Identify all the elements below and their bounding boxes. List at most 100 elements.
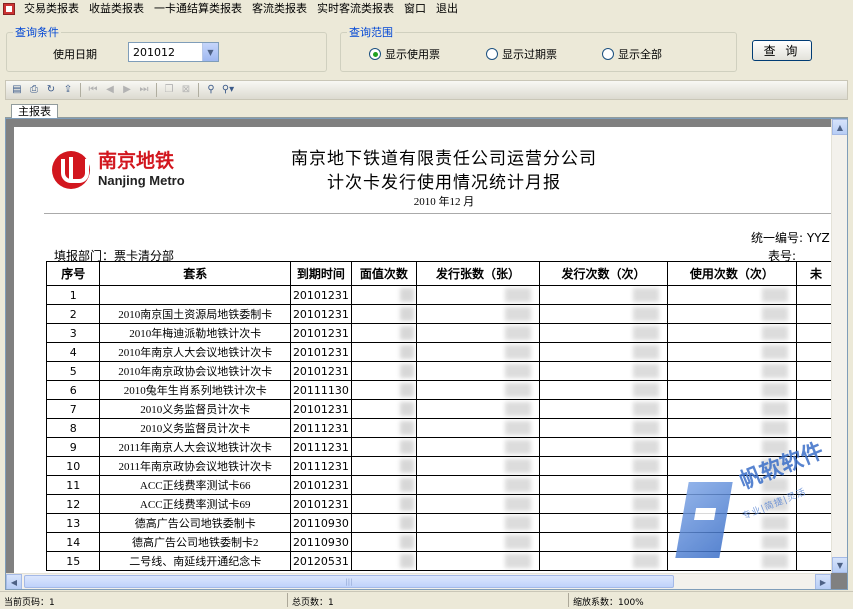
- toolbar-separator: [198, 83, 199, 97]
- radio-show-used[interactable]: 显示使用票: [369, 46, 440, 62]
- face-value-count-cell: [350, 323, 417, 343]
- scroll-right-icon[interactable]: ▶: [815, 574, 831, 589]
- horizontal-scrollbar[interactable]: ◀ ||| ▶: [6, 573, 831, 589]
- face-value-count-cell: [350, 494, 417, 514]
- radio-button-icon[interactable]: [486, 48, 498, 60]
- close-icon[interactable]: ⊠: [179, 83, 193, 97]
- scroll-thumb[interactable]: |||: [24, 575, 674, 588]
- radio-show-expired[interactable]: 显示过期票: [486, 46, 557, 62]
- table-header-row: 序号 套系 到期时间 面值次数 发行张数（张） 发行次数（次） 使用次数（次） …: [45, 261, 836, 286]
- expiry-date-cell: 20101231: [290, 285, 352, 305]
- table-row: 4 2010年南京人大会议地铁计次卡 20101231: [45, 342, 836, 362]
- radio-button-icon[interactable]: [369, 48, 381, 60]
- report-toolbar: ▤ ⎙ ↻ ⇪ ⏮ ◀ ▶ ⏭ ❐ ⊠ ⚲ ⚲▾: [5, 80, 848, 100]
- report-tabs: 主报表: [5, 101, 848, 119]
- face-value-count-cell: [350, 361, 417, 381]
- menu-exit[interactable]: 退出: [431, 0, 463, 18]
- expiry-date-cell: 20111231: [290, 437, 352, 457]
- menu-passenger-flow-reports[interactable]: 客流类报表: [247, 0, 312, 18]
- app-icon: [3, 3, 15, 15]
- report-period: 2010 年12 月: [413, 196, 475, 208]
- expiry-date-cell: 20101231: [290, 361, 352, 381]
- toolbar-separator: [80, 83, 81, 97]
- last-page-icon[interactable]: ⏭: [137, 83, 151, 97]
- issued-trips-cell: [539, 551, 668, 571]
- unused-cell: [795, 323, 836, 343]
- expiry-date-cell: 20111231: [290, 418, 352, 438]
- column-header: 发行张数（张）: [415, 261, 541, 286]
- row-number-cell: 13: [45, 513, 101, 533]
- menu-window[interactable]: 窗口: [399, 0, 431, 18]
- status-bar: 当前页码：1 总页数：1 缩放系数：100%: [0, 591, 853, 609]
- menu-realtime-flow-reports[interactable]: 实时客流类报表: [312, 0, 399, 18]
- face-value-count-cell: [350, 551, 417, 571]
- series-cell: 2011年南京政协会议地铁计次卡: [99, 456, 292, 476]
- first-page-icon[interactable]: ⏮: [86, 83, 100, 97]
- next-page-icon[interactable]: ▶: [120, 83, 134, 97]
- table-row: 6 2010兔年生肖系列地铁计次卡 20111130: [45, 380, 836, 400]
- face-value-count-cell: [350, 304, 417, 324]
- menu-revenue-reports[interactable]: 收益类报表: [84, 0, 149, 18]
- issued-cards-cell: [415, 437, 541, 457]
- copy-icon[interactable]: ❐: [162, 83, 176, 97]
- menu-card-settlement-reports[interactable]: 一卡通结算类报表: [149, 0, 247, 18]
- issued-cards-cell: [415, 456, 541, 476]
- issued-cards-cell: [415, 342, 541, 362]
- radio-show-expired-label: 显示过期票: [502, 48, 557, 61]
- refresh-icon[interactable]: ↻: [44, 83, 58, 97]
- query-conditions-legend: 查询条件: [13, 26, 61, 39]
- query-range-legend: 查询范围: [347, 26, 395, 39]
- chevron-down-icon[interactable]: ▼: [202, 43, 218, 61]
- used-trips-cell: [666, 304, 797, 324]
- column-header: 面值次数: [350, 261, 417, 286]
- expiry-date-cell: 20101231: [290, 475, 352, 495]
- tab-main-report[interactable]: 主报表: [11, 104, 58, 119]
- row-number-cell: 9: [45, 437, 101, 457]
- table-row: 9 2011年南京人大会议地铁计次卡 20111231: [45, 437, 836, 457]
- radio-button-icon[interactable]: [602, 48, 614, 60]
- table-row: 2 2010南京国土资源局地铁委制卡 20101231: [45, 304, 836, 324]
- prev-page-icon[interactable]: ◀: [103, 83, 117, 97]
- series-cell: 德高广告公司地铁委制卡2: [99, 532, 292, 552]
- issued-cards-cell: [415, 361, 541, 381]
- issued-trips-cell: [539, 380, 668, 400]
- page-setup-icon[interactable]: ▤: [10, 83, 24, 97]
- expiry-date-cell: 20110930: [290, 513, 352, 533]
- status-divider: [287, 593, 288, 607]
- find-next-icon[interactable]: ⚲▾: [221, 83, 235, 97]
- export-icon[interactable]: ⇪: [61, 83, 75, 97]
- face-value-count-cell: [350, 342, 417, 362]
- query-button[interactable]: 查 询: [752, 40, 812, 61]
- face-value-count-cell: [350, 456, 417, 476]
- radio-show-all[interactable]: 显示全部: [602, 46, 662, 62]
- zoom-status: 缩放系数：100%: [573, 598, 644, 608]
- face-value-count-cell: [350, 399, 417, 419]
- row-number-cell: 6: [45, 380, 101, 400]
- series-cell: 二号线、南延线开通纪念卡: [99, 551, 292, 571]
- issued-cards-cell: [415, 418, 541, 438]
- used-trips-cell: [666, 399, 797, 419]
- scroll-left-icon[interactable]: ◀: [6, 574, 22, 589]
- issued-trips-cell: [539, 475, 668, 495]
- toolbar-separator: [156, 83, 157, 97]
- issued-cards-cell: [415, 513, 541, 533]
- issued-trips-cell: [539, 304, 668, 324]
- row-number-cell: 3: [45, 323, 101, 343]
- issued-trips-cell: [539, 456, 668, 476]
- unified-code: 统一编号: YYZ: [751, 229, 830, 246]
- issued-cards-cell: [415, 380, 541, 400]
- issued-trips-cell: [539, 285, 668, 305]
- find-icon[interactable]: ⚲: [204, 83, 218, 97]
- menu-trade-reports[interactable]: 交易类报表: [19, 0, 84, 18]
- row-number-cell: 15: [45, 551, 101, 571]
- radio-show-all-label: 显示全部: [618, 48, 662, 61]
- series-cell: 2010年南京人大会议地铁计次卡: [99, 342, 292, 362]
- query-panel: 查询条件 使用日期 201012 ▼ 查询范围 显示使用票 显示过期票 显示全部…: [0, 18, 853, 76]
- print-icon[interactable]: ⎙: [27, 83, 41, 97]
- column-header: 到期时间: [290, 261, 352, 286]
- usage-date-select[interactable]: 201012 ▼: [128, 42, 219, 62]
- scroll-up-icon[interactable]: ▲: [832, 119, 847, 135]
- issued-trips-cell: [539, 361, 668, 381]
- expiry-date-cell: 20101231: [290, 399, 352, 419]
- issued-trips-cell: [539, 399, 668, 419]
